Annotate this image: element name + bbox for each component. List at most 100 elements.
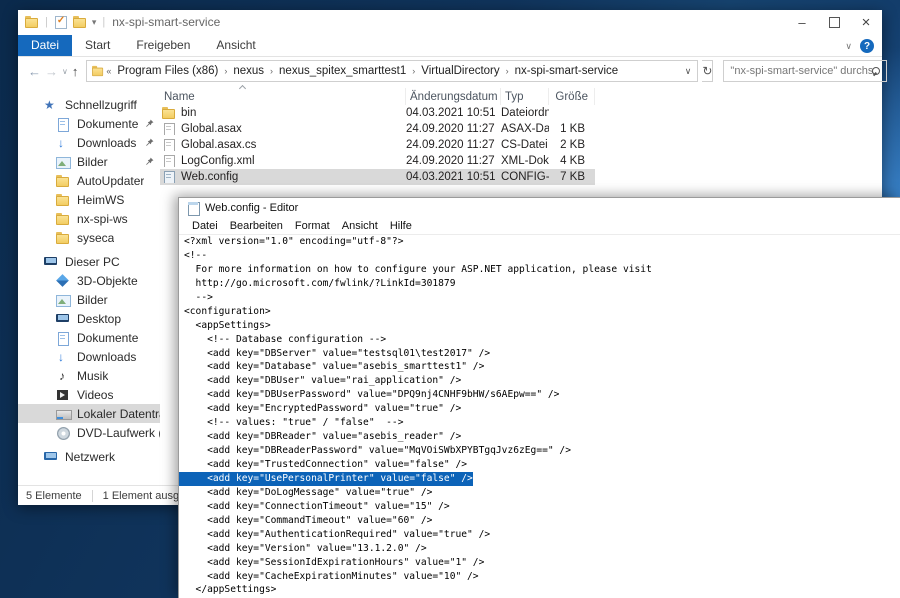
sidebar-item-nx-spi-ws[interactable]: nx-spi-ws	[18, 209, 160, 228]
sidebar-section-label: Schnellzugriff	[65, 98, 137, 112]
file-date: 24.09.2020 11:27	[406, 139, 501, 151]
expand-ribbon-icon[interactable]: ∨	[845, 41, 852, 52]
new-folder-icon[interactable]	[73, 16, 87, 28]
config-line: <configuration>	[184, 305, 900, 319]
column-header-typ[interactable]: Typ	[501, 88, 549, 105]
file-row-web-config[interactable]: Web.config04.03.2021 10:51CONFIG-Datei7 …	[160, 169, 595, 185]
sidebar-section-label: Netzwerk	[65, 450, 115, 464]
sidebar-item-label: Videos	[77, 388, 113, 402]
sidebar-item-bilder[interactable]: Bilder	[18, 290, 160, 309]
breadcrumb-collapsed-icon[interactable]: «	[105, 66, 112, 76]
sidebar-item-desktop[interactable]: Desktop	[18, 309, 160, 328]
menu-hilfe[interactable]: Hilfe	[384, 220, 418, 232]
breadcrumb-item-nexus-spitex-smarttest1[interactable]: nexus_spitex_smarttest1	[276, 64, 409, 78]
sidebar-item-musik[interactable]: Musik	[18, 366, 160, 385]
doc-icon	[56, 118, 70, 130]
sidebar-item-videos[interactable]: Videos	[18, 385, 160, 404]
ribbon-tab-start[interactable]: Start	[72, 35, 123, 56]
file-size: 1 KB	[549, 123, 589, 135]
config-line-text: <add key="DBReaderPassword" value="MqVOi…	[184, 445, 571, 456]
sidebar-item-syseca[interactable]: syseca	[18, 228, 160, 247]
explorer-titlebar[interactable]: | ▾ | nx-spi-smart-service	[18, 10, 882, 34]
sidebar-item-downloads[interactable]: Downloads	[18, 347, 160, 366]
address-dropdown-icon[interactable]: ∨	[679, 66, 698, 77]
maximize-button[interactable]	[818, 10, 850, 34]
column-header-gr-e[interactable]: Größe	[549, 88, 595, 105]
sidebar-section-dieser-pc[interactable]: Dieser PC	[18, 252, 160, 271]
sidebar-item-heimws[interactable]: HeimWS	[18, 190, 160, 209]
file-row-bin[interactable]: bin04.03.2021 10:51Dateiordner	[160, 105, 595, 121]
status-separator	[92, 490, 93, 502]
sidebar-item-label: Downloads	[77, 350, 136, 364]
forward-button[interactable]: →	[45, 64, 58, 79]
file-row-logconfig-xml[interactable]: LogConfig.xml24.09.2020 11:27XML-Dokumen…	[160, 153, 595, 169]
menu-datei[interactable]: Datei	[186, 220, 224, 232]
sidebar-item-dvd-laufwerk-d-s[interactable]: DVD-Laufwerk (D:) S	[18, 423, 160, 442]
config-line: <!--	[184, 249, 900, 263]
help-icon[interactable]: ?	[860, 39, 874, 53]
config-line-text: <add key="TrustedConnection" value="fals…	[184, 459, 467, 470]
breadcrumb-item-nx-spi-smart-service[interactable]: nx-spi-smart-service	[512, 64, 622, 78]
file-name-cell: Global.asax.cs	[160, 139, 406, 151]
menu-bearbeiten[interactable]: Bearbeiten	[224, 220, 289, 232]
file-name-cell: Web.config	[160, 171, 406, 183]
breadcrumb-separator-icon: ›	[269, 66, 274, 76]
breadcrumb-item-nexus[interactable]: nexus	[230, 64, 267, 78]
config-line: <add key="SessionIdExpirationHours" valu…	[184, 556, 900, 570]
config-line: <!-- values: "true" / "false" -->	[184, 416, 900, 430]
menu-format[interactable]: Format	[289, 220, 336, 232]
file-date: 04.03.2021 10:51	[406, 171, 501, 183]
notepad-titlebar[interactable]: Web.config - Editor	[179, 198, 900, 218]
sidebar-section-netzwerk[interactable]: Netzwerk	[18, 447, 160, 466]
config-line: <add key="DBReader" value="asebis_reader…	[184, 430, 900, 444]
file-row-global-asax-cs[interactable]: Global.asax.cs24.09.2020 11:27CS-Datei2 …	[160, 137, 595, 153]
ribbon-tab-freigeben[interactable]: Freigeben	[123, 35, 203, 56]
sidebar-item-autoupdater[interactable]: AutoUpdater	[18, 171, 160, 190]
page-icon	[162, 155, 176, 167]
file-type: ASAX-Datei	[501, 123, 549, 135]
ribbon-tab-datei[interactable]: Datei	[18, 35, 72, 56]
column-header-name[interactable]: Name	[160, 88, 406, 105]
sidebar-item-dokumente[interactable]: Dokumente	[18, 114, 160, 133]
sidebar-item-lokaler-datentr-ger[interactable]: Lokaler Datenträger	[18, 404, 160, 423]
file-size: 2 KB	[549, 139, 589, 151]
breadcrumb-item-program-files-x86[interactable]: Program Files (x86)	[114, 64, 221, 78]
config-line-text: <add key="Database" value="asebis_smartt…	[184, 361, 484, 372]
up-button[interactable]: ↑	[72, 64, 79, 79]
config-line: <add key="AuthenticationRequired" value=…	[184, 528, 900, 542]
breadcrumb-item-virtualdirectory[interactable]: VirtualDirectory	[418, 64, 502, 78]
config-line: <add key="CommandTimeout" value="60" />	[184, 514, 900, 528]
file-date: 24.09.2020 11:27	[406, 155, 501, 167]
sidebar-section-schnellzugriff[interactable]: Schnellzugriff	[18, 95, 160, 114]
file-name: Web.config	[181, 171, 238, 183]
file-row-global-asax[interactable]: Global.asax24.09.2020 11:27ASAX-Datei1 K…	[160, 121, 595, 137]
ribbon-right-controls: ∨ ?	[845, 39, 882, 56]
column-headers: NameÄnderungsdatumTypGröße	[160, 88, 882, 105]
close-button[interactable]	[850, 10, 882, 34]
ribbon-tab-ansicht[interactable]: Ansicht	[203, 35, 268, 56]
breadcrumb: «Program Files (x86)›nexus›nexus_spitex_…	[105, 64, 678, 78]
pin-icon	[145, 136, 154, 150]
recent-locations-icon[interactable]: ∨	[62, 67, 68, 76]
minimize-button[interactable]	[786, 10, 818, 34]
file-name-cell: LogConfig.xml	[160, 155, 406, 167]
config-line: http://go.microsoft.com/fwlink/?LinkId=3…	[184, 277, 900, 291]
file-rows: bin04.03.2021 10:51DateiordnerGlobal.asa…	[160, 105, 882, 185]
qat-customize-icon[interactable]: ▾	[92, 17, 97, 28]
sidebar-item-label: Musik	[77, 369, 108, 383]
properties-icon[interactable]	[54, 16, 68, 28]
column-header-nderungsdatum[interactable]: Änderungsdatum	[406, 88, 501, 105]
refresh-button[interactable]: ↻	[702, 60, 713, 82]
address-bar[interactable]: «Program Files (x86)›nexus›nexus_spitex_…	[86, 60, 698, 82]
sidebar-item-3d-objekte[interactable]: 3D-Objekte	[18, 271, 160, 290]
sidebar-item-bilder[interactable]: Bilder	[18, 152, 160, 171]
file-type: CONFIG-Datei	[501, 171, 549, 183]
search-input[interactable]: "nx-spi-smart-service" durchs...	[723, 60, 887, 82]
back-button[interactable]: ←	[28, 64, 41, 79]
notepad-text-area[interactable]: <?xml version="1.0" encoding="utf-8"?><!…	[179, 235, 900, 598]
sidebar-item-label: 3D-Objekte	[77, 274, 138, 288]
sidebar-item-downloads[interactable]: Downloads	[18, 133, 160, 152]
menu-ansicht[interactable]: Ansicht	[336, 220, 384, 232]
sort-ascending-icon	[240, 86, 246, 92]
sidebar-item-dokumente[interactable]: Dokumente	[18, 328, 160, 347]
